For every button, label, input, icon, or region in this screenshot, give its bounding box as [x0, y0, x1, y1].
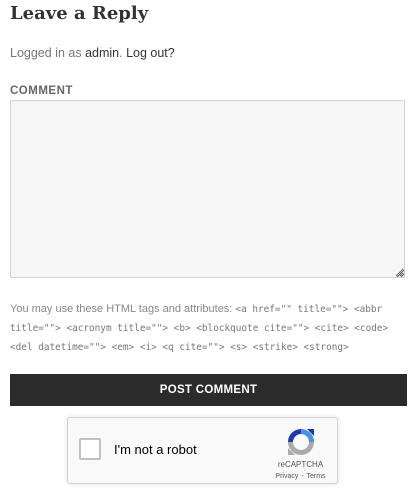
logged-in-prefix: Logged in as	[10, 46, 86, 60]
comment-textarea[interactable]	[10, 100, 405, 278]
user-link[interactable]: admin	[85, 46, 119, 60]
recaptcha-widget: I'm not a robot reCAPTCHA Privacy - Term…	[67, 417, 338, 484]
recaptcha-links-separator: -	[301, 473, 304, 480]
recaptcha-brand: reCAPTCHA	[277, 460, 324, 469]
recaptcha-checkbox[interactable]	[79, 438, 101, 460]
recaptcha-terms-link[interactable]: Terms	[307, 473, 326, 480]
resize-handle-icon[interactable]	[396, 269, 405, 278]
logout-link[interactable]: Log out?	[126, 46, 175, 60]
logged-in-as: Logged in as admin. Log out?	[10, 46, 175, 60]
post-comment-button[interactable]: POST COMMENT	[10, 374, 407, 406]
form-allowed-tags: You may use these HTML tags and attribut…	[10, 300, 410, 357]
recaptcha-links: Privacy - Terms	[268, 473, 333, 480]
allowed-tags-intro: You may use these HTML tags and attribut…	[10, 303, 236, 315]
recaptcha-privacy-link[interactable]: Privacy	[275, 473, 298, 480]
comment-label: COMMENT	[10, 85, 73, 97]
recaptcha-logo-icon	[288, 429, 314, 455]
reply-title: Leave a Reply	[10, 3, 149, 24]
recaptcha-label: I'm not a robot	[114, 442, 197, 457]
